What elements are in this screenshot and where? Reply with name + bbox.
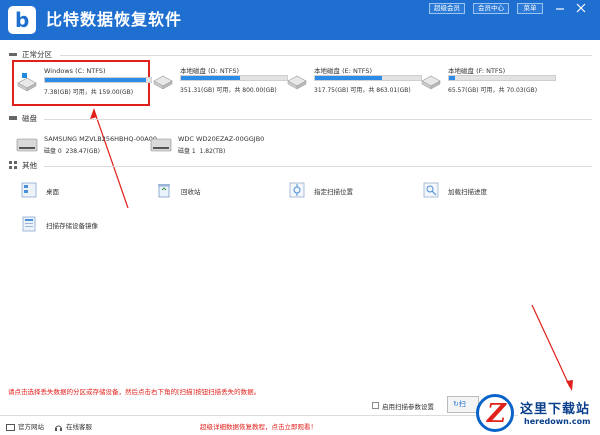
hard-disk-icon — [16, 136, 38, 154]
partition-usage-bar — [448, 75, 556, 81]
disk-index: 磁盘 1 — [178, 148, 196, 155]
disk-details: 磁盘 1 1.82(TB) — [178, 146, 225, 155]
drive-windows-icon — [16, 70, 38, 92]
scan-location-label: 指定扫描位置 — [314, 188, 353, 196]
partition-usage-bar — [180, 75, 288, 81]
disk-size: 1.82(TB) — [199, 148, 226, 155]
drive-icon — [420, 68, 442, 90]
watermark-logo: Z — [476, 394, 514, 432]
partition-name: Windows (C: NTFS) — [44, 67, 106, 75]
disk-image-label: 扫描存储设备镜像 — [46, 222, 98, 230]
website-link[interactable]: 官方网站 — [6, 421, 44, 431]
menu-button[interactable]: 菜单 — [517, 3, 543, 14]
scan-location-icon — [288, 181, 306, 199]
hard-disk-icon — [150, 136, 172, 154]
disk-details: 磁盘 0 238.47(GB) — [44, 146, 100, 155]
others-section-icon — [9, 161, 17, 169]
disk-image-icon — [20, 215, 38, 233]
partition-info: 317.75(GB) 可用，共 863.01(GB) — [314, 87, 411, 94]
support-label: 在线客服 — [66, 423, 92, 431]
partitions-section-icon — [9, 50, 17, 58]
drive-icon — [152, 68, 174, 90]
disk-name: WDC WD20EZAZ-00GGJB0 — [178, 135, 265, 143]
watermark-glyph: Z — [487, 399, 506, 429]
scan-settings-label: 启用扫描参数设置 — [382, 403, 434, 411]
others-section-label: 其他 — [22, 161, 37, 170]
load-progress-label: 加载扫描进度 — [448, 188, 487, 196]
partition-name: 本地磁盘 (D: NTFS) — [180, 67, 239, 75]
drive-icon — [286, 68, 308, 90]
partition-c[interactable]: Windows (C: NTFS) 7.38(GB) 可用，共 159.00(G… — [12, 60, 152, 106]
title-bar: b 比特数据恢复软件 超级会员 会员中心 菜单 — [0, 0, 600, 40]
instruction-hint: 请点击选择丢失数据的分区或存储设备，然后点击右下角的[扫描]按钮扫描丢失的数据。 — [8, 388, 261, 396]
disks-divider — [44, 119, 592, 120]
watermark-domain: heredown.com — [524, 417, 591, 426]
partitions-section-label: 正常分区 — [22, 50, 52, 59]
close-icon[interactable] — [574, 2, 588, 14]
minimize-icon[interactable] — [553, 2, 567, 14]
partition-usage-bar — [314, 75, 422, 81]
disk-index: 磁盘 0 — [44, 148, 62, 155]
partition-name: 本地磁盘 (F: NTFS) — [448, 67, 506, 75]
partition-info: 65.57(GB) 可用，共 70.03(GB) — [448, 87, 538, 94]
scan-button-label: 扫 — [458, 400, 466, 408]
partition-d[interactable]: 本地磁盘 (D: NTFS) 351.31(GB) 可用，共 800.00(GB… — [150, 60, 288, 106]
support-link[interactable]: 在线客服 — [54, 421, 92, 432]
partition-f[interactable]: 本地磁盘 (F: NTFS) 65.57(GB) 可用，共 70.03(GB) — [418, 60, 556, 106]
partition-e[interactable]: 本地磁盘 (E: NTFS) 317.75(GB) 可用，共 863.01(GB… — [284, 60, 422, 106]
disks-section-label: 磁盘 — [22, 114, 37, 123]
desktop-icon — [20, 181, 38, 199]
partitions-divider — [60, 55, 592, 56]
website-label: 官方网站 — [18, 423, 44, 431]
disks-section-icon — [9, 114, 17, 122]
desktop-label: 桌面 — [46, 188, 59, 196]
disk-size: 238.47(GB) — [65, 148, 101, 155]
member-center-button[interactable]: 会员中心 — [473, 3, 509, 14]
others-divider — [44, 166, 592, 167]
website-icon — [6, 423, 15, 431]
app-logo: b — [8, 6, 36, 34]
partition-info: 7.38(GB) 可用，共 159.00(GB) — [44, 89, 134, 96]
recycle-bin-icon — [155, 181, 173, 199]
tutorial-link[interactable]: 超级详细数据恢复教程，点击立即观看！ — [200, 421, 317, 431]
partition-info: 351.31(GB) 可用，共 800.00(GB) — [180, 87, 277, 94]
load-progress-icon — [422, 181, 440, 199]
headset-icon — [54, 423, 63, 432]
app-title: 比特数据恢复软件 — [46, 10, 183, 29]
watermark: Z 这里下载站 heredown.com — [476, 394, 600, 435]
partition-name: 本地磁盘 (E: NTFS) — [314, 67, 373, 75]
recycle-bin-label: 回收站 — [181, 188, 201, 196]
scan-button[interactable]: ↻扫 — [447, 396, 479, 413]
disk-name: SAMSUNG MZVLB256HBHQ-00A00 — [44, 135, 158, 143]
partition-usage-bar — [44, 77, 152, 83]
logo-letter: b — [15, 8, 30, 32]
scan-settings-checkbox[interactable] — [372, 402, 379, 409]
watermark-title: 这里下载站 — [520, 402, 591, 417]
vip-button[interactable]: 超级会员 — [429, 3, 465, 14]
